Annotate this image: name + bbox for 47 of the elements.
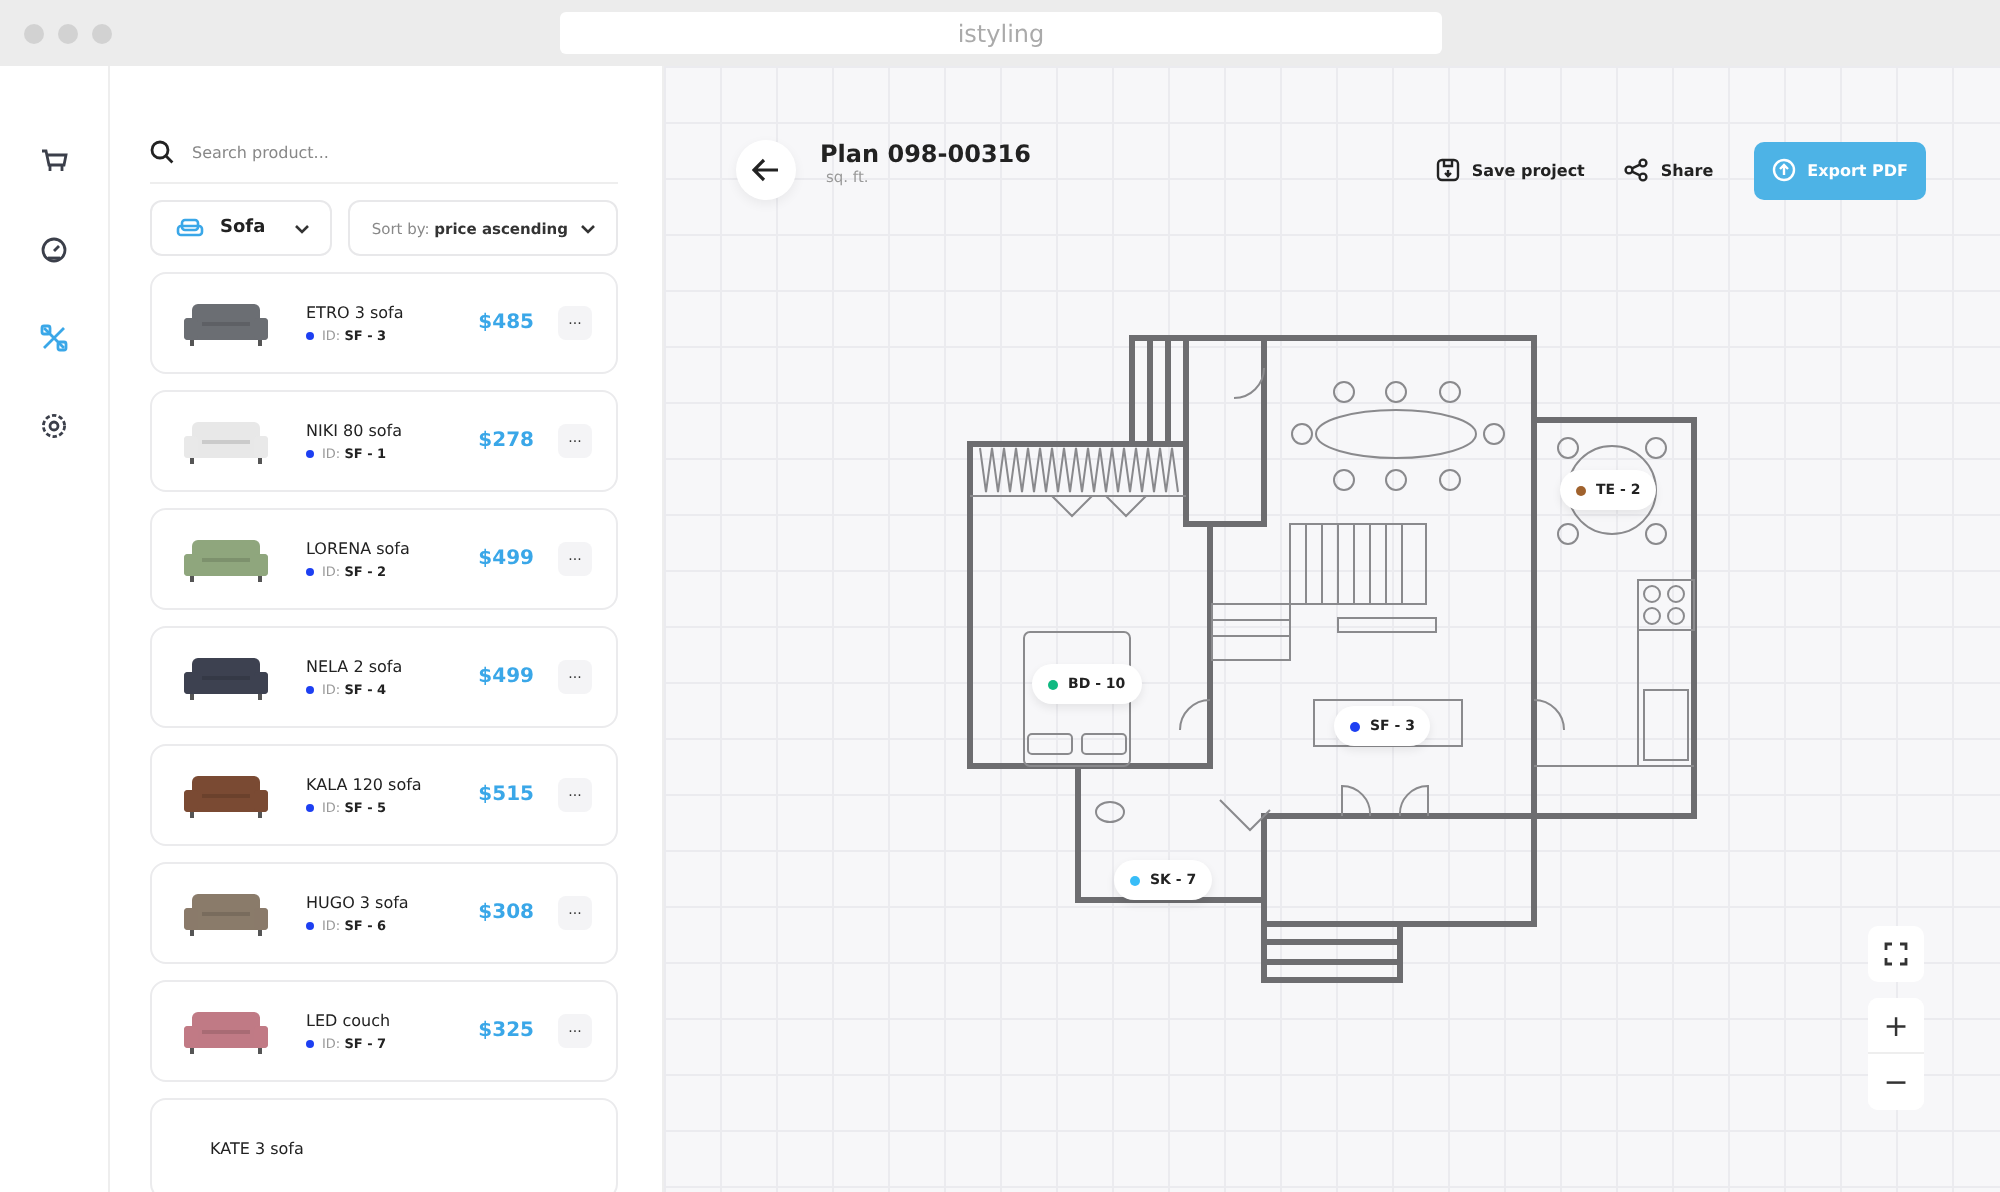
status-dot [306,1039,314,1047]
product-price: $499 [478,548,534,570]
window-dot[interactable] [58,23,78,43]
settings-icon [40,412,68,440]
product-price: $515 [478,784,534,806]
fullscreen-icon [1884,942,1908,966]
product-card[interactable]: KATE 3 sofa [150,1098,618,1192]
product-name: LORENA sofa [306,539,412,557]
save-button[interactable]: Save project [1415,141,1605,199]
chevron-icon [580,223,596,233]
product-name: NIKI 80 sofa [306,421,404,439]
window-dot[interactable] [92,23,112,43]
product-name: KATE 3 sofa [210,1140,306,1158]
upload-icon [1771,158,1796,182]
status-dot [306,449,314,457]
product-name: KALA 120 sofa [306,775,424,793]
product-price: $499 [478,666,534,688]
window-dot[interactable] [24,23,44,43]
product-price: $308 [478,902,534,924]
product-price: $325 [478,1020,534,1042]
status-dot [306,331,314,339]
cart-icon [40,148,68,176]
product-name: NELA 2 sofa [306,657,405,675]
share-icon [1624,158,1649,182]
status-dot [306,567,314,575]
status-dot [306,921,314,929]
gauge-icon [40,236,68,264]
product-price: $485 [478,312,534,334]
save-icon [1435,158,1460,182]
status-dot [306,685,314,693]
arrow-left-icon [752,158,780,182]
sofa-icon [176,218,204,238]
back-button[interactable] [736,140,796,200]
share-button[interactable]: Share [1604,141,1734,199]
chevron-icon [293,223,310,233]
search-icon [150,140,174,164]
product-name: ETRO 3 sofa [306,303,406,321]
product-name: HUGO 3 sofa [306,893,411,911]
search-field[interactable]: Search product... [188,141,618,163]
fullscreen-button[interactable] [1868,926,1924,982]
product-name: LED couch [306,1011,393,1029]
plan-title: Plan 098-00316 [820,139,1032,167]
tools-icon [40,324,68,352]
product-price: $278 [478,430,534,452]
status-dot [306,803,314,811]
category-value: Sofa [220,218,268,238]
category-dropdown[interactable]: Sofa [150,200,332,256]
